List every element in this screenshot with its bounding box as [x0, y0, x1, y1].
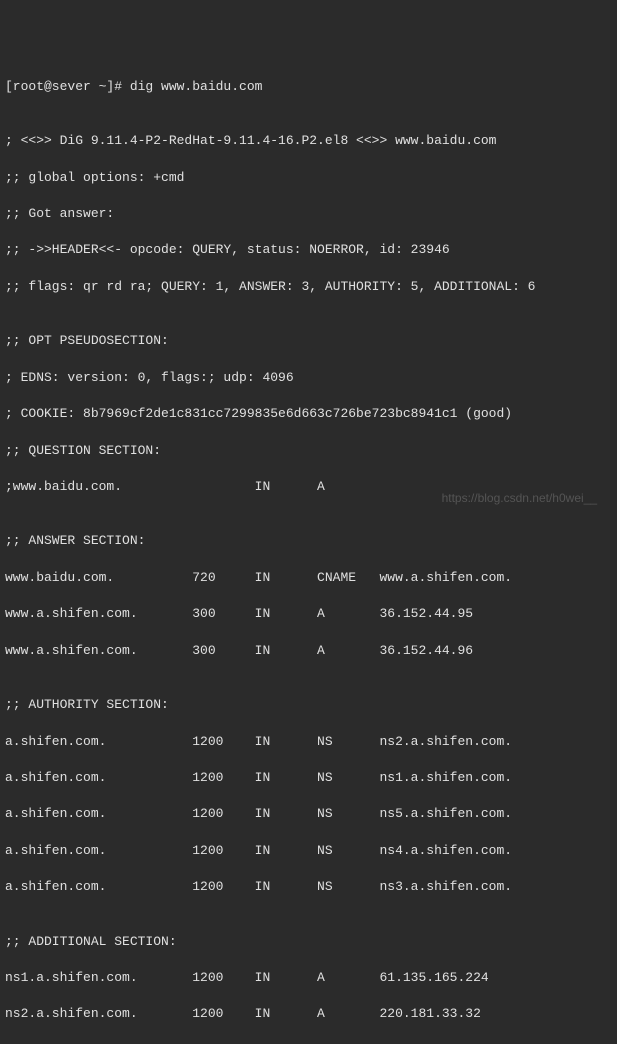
- authority-section-header: ;; AUTHORITY SECTION:: [5, 696, 612, 714]
- edns-line: ; EDNS: version: 0, flags:; udp: 4096: [5, 369, 612, 387]
- additional-record: ns1.a.shifen.com. 1200 IN A 61.135.165.2…: [5, 969, 612, 987]
- answer-section-header: ;; ANSWER SECTION:: [5, 532, 612, 550]
- authority-record: a.shifen.com. 1200 IN NS ns1.a.shifen.co…: [5, 769, 612, 787]
- header-line: ;; ->>HEADER<<- opcode: QUERY, status: N…: [5, 241, 612, 259]
- answer-record: www.a.shifen.com. 300 IN A 36.152.44.96: [5, 642, 612, 660]
- answer-record: www.baidu.com. 720 IN CNAME www.a.shifen…: [5, 569, 612, 587]
- authority-record: a.shifen.com. 1200 IN NS ns2.a.shifen.co…: [5, 733, 612, 751]
- authority-record: a.shifen.com. 1200 IN NS ns5.a.shifen.co…: [5, 805, 612, 823]
- question-record: ;www.baidu.com. IN A: [5, 478, 612, 496]
- question-section-header: ;; QUESTION SECTION:: [5, 442, 612, 460]
- authority-record: a.shifen.com. 1200 IN NS ns3.a.shifen.co…: [5, 878, 612, 896]
- opt-section-header: ;; OPT PSEUDOSECTION:: [5, 332, 612, 350]
- flags-line: ;; flags: qr rd ra; QUERY: 1, ANSWER: 3,…: [5, 278, 612, 296]
- prompt-line: [root@sever ~]# dig www.baidu.com: [5, 78, 612, 96]
- additional-record: ns2.a.shifen.com. 1200 IN A 220.181.33.3…: [5, 1005, 612, 1023]
- cookie-line: ; COOKIE: 8b7969cf2de1c831cc7299835e6d66…: [5, 405, 612, 423]
- dig-version-line: ; <<>> DiG 9.11.4-P2-RedHat-9.11.4-16.P2…: [5, 132, 612, 150]
- global-options-line: ;; global options: +cmd: [5, 169, 612, 187]
- additional-section-header: ;; ADDITIONAL SECTION:: [5, 933, 612, 951]
- answer-record: www.a.shifen.com. 300 IN A 36.152.44.95: [5, 605, 612, 623]
- got-answer-line: ;; Got answer:: [5, 205, 612, 223]
- authority-record: a.shifen.com. 1200 IN NS ns4.a.shifen.co…: [5, 842, 612, 860]
